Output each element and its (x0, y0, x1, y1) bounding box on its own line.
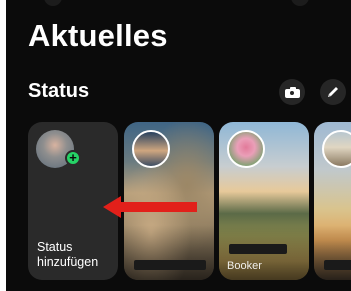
contact-avatar (227, 130, 265, 168)
add-status-badge[interactable]: + (65, 150, 81, 166)
status-card[interactable]: Booker (219, 122, 309, 280)
redacted-name (229, 244, 287, 254)
status-section-title: Status (28, 80, 90, 102)
pencil-icon (328, 87, 338, 97)
top-edge-element-right (291, 0, 309, 6)
pencil-button[interactable] (320, 79, 346, 105)
app-screen: Aktuelles Status Status hinzufügen + Boo… (6, 0, 351, 291)
redacted-name (324, 260, 351, 270)
red-arrow-annotation (103, 196, 197, 218)
redacted-name (134, 260, 206, 270)
camera-icon (284, 86, 300, 98)
add-status-label: Status hinzufügen (37, 240, 99, 269)
status-card[interactable] (314, 122, 351, 280)
contact-name: Booker (227, 260, 262, 272)
camera-button[interactable] (279, 79, 305, 105)
top-edge-element (44, 0, 62, 6)
contact-avatar (132, 130, 170, 168)
page-title: Aktuelles (28, 18, 168, 53)
